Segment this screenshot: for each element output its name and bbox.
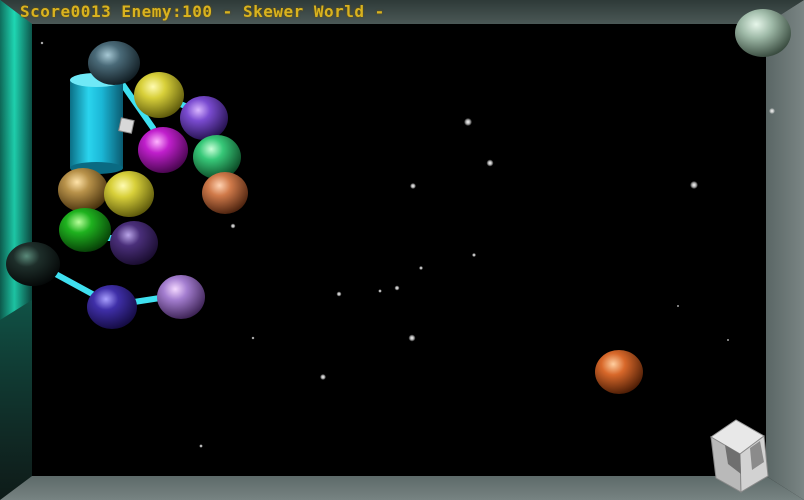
world-name: Skewer World <box>242 2 365 21</box>
frame-bottom <box>0 476 804 500</box>
ball-yellow <box>104 171 154 217</box>
star <box>199 444 203 448</box>
score-label: Score <box>20 2 71 21</box>
ball-purple <box>180 96 228 140</box>
star <box>40 41 44 45</box>
ball-slate <box>88 41 140 85</box>
star <box>419 266 423 270</box>
frame-right <box>766 0 804 500</box>
hud-bar: Score0013 Enemy:100 - Skewer World - <box>20 2 385 22</box>
ball-orange <box>202 172 248 214</box>
ball-magenta <box>138 127 188 173</box>
star <box>769 108 775 114</box>
star <box>320 374 326 380</box>
skewer-link <box>131 295 163 305</box>
hud-separator: - <box>212 2 243 21</box>
star <box>690 181 698 189</box>
enemy-orb <box>595 350 643 394</box>
hud-trailing: - <box>364 2 385 21</box>
star <box>230 223 236 229</box>
star <box>394 285 400 291</box>
star <box>486 159 494 167</box>
ball-deep-violet <box>110 221 158 265</box>
enemy-label: Enemy: <box>121 2 183 21</box>
cannon-body <box>70 80 123 168</box>
cannon-nozzle <box>118 117 135 134</box>
star <box>464 118 472 126</box>
ball-yellow <box>134 72 184 118</box>
enemy-value: 100 <box>182 2 213 21</box>
ball-green-light <box>193 135 241 179</box>
star <box>336 291 342 297</box>
ball-tan <box>58 168 108 212</box>
game-scene <box>0 0 804 500</box>
score-value: 0013 <box>70 2 112 21</box>
ball-lilac <box>157 275 205 319</box>
ball-dark <box>6 242 60 286</box>
star <box>472 253 476 257</box>
ball-green <box>59 208 111 252</box>
star <box>378 289 382 293</box>
star <box>408 334 416 342</box>
corner-orb <box>735 9 791 57</box>
star <box>251 336 255 340</box>
star <box>410 183 416 189</box>
star <box>676 304 680 308</box>
ball-violet <box>87 285 137 329</box>
star <box>726 338 730 342</box>
